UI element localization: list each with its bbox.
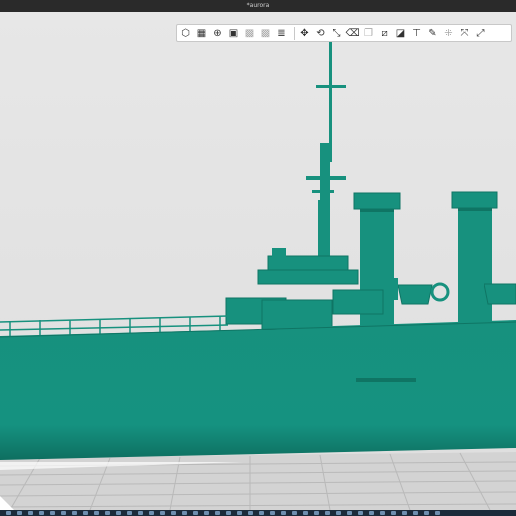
taskbar-app-icon[interactable] [270, 511, 275, 515]
taskbar-app-icon[interactable] [424, 511, 429, 515]
taskbar-app-icon[interactable] [127, 511, 132, 515]
taskbar-app-icon[interactable] [94, 511, 99, 515]
funnel-aft [451, 191, 498, 333]
render-view-icon[interactable]: ▣ [227, 27, 240, 40]
view-toolbar: ⬡ ▦ ⊕ ▣ ▩ ▩ ≣ ✥ ⟲ ⤡ ⌫ ❐ ⧄ ◪ ⊤ ✎ ⁜ ⤧ ⤢ [176, 24, 512, 42]
rotate-icon[interactable]: ⟲ [314, 27, 327, 40]
toolbar-separator [294, 26, 295, 40]
split-icon[interactable]: ⧄ [378, 27, 391, 40]
foremast [306, 42, 346, 263]
taskbar-app-icon[interactable] [369, 511, 374, 515]
taskbar-app-icon[interactable] [325, 511, 330, 515]
taskbar-app-icon[interactable] [83, 511, 88, 515]
taskbar-app-icon[interactable] [314, 511, 319, 515]
taskbar-app-icon[interactable] [105, 511, 110, 515]
copy-icon[interactable]: ❐ [362, 27, 375, 40]
taskbar-app-icon[interactable] [72, 511, 77, 515]
title-bar: *aurora [0, 0, 516, 12]
window-title: *aurora [246, 2, 270, 9]
taskbar-app-icon[interactable] [226, 511, 231, 515]
taskbar-app-icon[interactable] [358, 511, 363, 515]
taskbar-app-icon[interactable] [149, 511, 154, 515]
taskbar-app-icon[interactable] [61, 511, 66, 515]
grid-view-icon[interactable]: ▦ [195, 27, 208, 40]
repair-icon[interactable]: ⁜ [442, 27, 455, 40]
taskbar-app-icon[interactable] [292, 511, 297, 515]
support-icon[interactable]: ⊤ [410, 27, 423, 40]
eraser-icon[interactable]: ⌫ [345, 27, 359, 40]
taskbar-app-icon[interactable] [116, 511, 121, 515]
taskbar-app-icon[interactable] [281, 511, 286, 515]
taskbar-app-icon[interactable] [303, 511, 308, 515]
taskbar-app-icon[interactable] [39, 511, 44, 515]
wireframe-icon[interactable]: ▩ [243, 27, 256, 40]
mesh-view-icon[interactable]: ▩ [259, 27, 272, 40]
taskbar-app-icon[interactable] [347, 511, 352, 515]
paint-icon[interactable]: ✎ [426, 27, 439, 40]
taskbar-app-icon[interactable] [237, 511, 242, 515]
taskbar-app-icon[interactable] [336, 511, 341, 515]
arrange-icon[interactable]: ⤧ [458, 27, 471, 40]
build-plate [0, 452, 516, 510]
view-cube-icon[interactable]: ⬡ [179, 27, 192, 40]
taskbar-app-icon[interactable] [171, 511, 176, 515]
taskbar-app-icon[interactable] [17, 511, 22, 515]
taskbar [0, 510, 516, 516]
ship-model-scene[interactable] [0, 12, 516, 510]
section-view-icon[interactable]: ⊕ [211, 27, 224, 40]
layers-icon[interactable]: ≣ [275, 27, 288, 40]
taskbar-app-icon[interactable] [413, 511, 418, 515]
hull [0, 320, 516, 460]
taskbar-app-icon[interactable] [259, 511, 264, 515]
taskbar-app-icon[interactable] [193, 511, 198, 515]
cut-icon[interactable]: ◪ [394, 27, 407, 40]
taskbar-app-icon[interactable] [248, 511, 253, 515]
taskbar-app-icon[interactable] [28, 511, 33, 515]
taskbar-app-icon[interactable] [391, 511, 396, 515]
taskbar-app-icon[interactable] [160, 511, 165, 515]
taskbar-app-icon[interactable] [435, 511, 440, 515]
taskbar-app-icon[interactable] [50, 511, 55, 515]
taskbar-app-icon[interactable] [6, 511, 11, 515]
taskbar-app-icon[interactable] [204, 511, 209, 515]
taskbar-app-icon[interactable] [215, 511, 220, 515]
lifeboats [394, 278, 516, 305]
scale-icon[interactable]: ⤡ [330, 27, 343, 40]
move-icon[interactable]: ✥ [298, 27, 311, 40]
taskbar-app-icon[interactable] [182, 511, 187, 515]
taskbar-app-icon[interactable] [402, 511, 407, 515]
fullscreen-icon[interactable]: ⤢ [474, 27, 487, 40]
taskbar-app-icon[interactable] [138, 511, 143, 515]
taskbar-app-icon[interactable] [380, 511, 385, 515]
